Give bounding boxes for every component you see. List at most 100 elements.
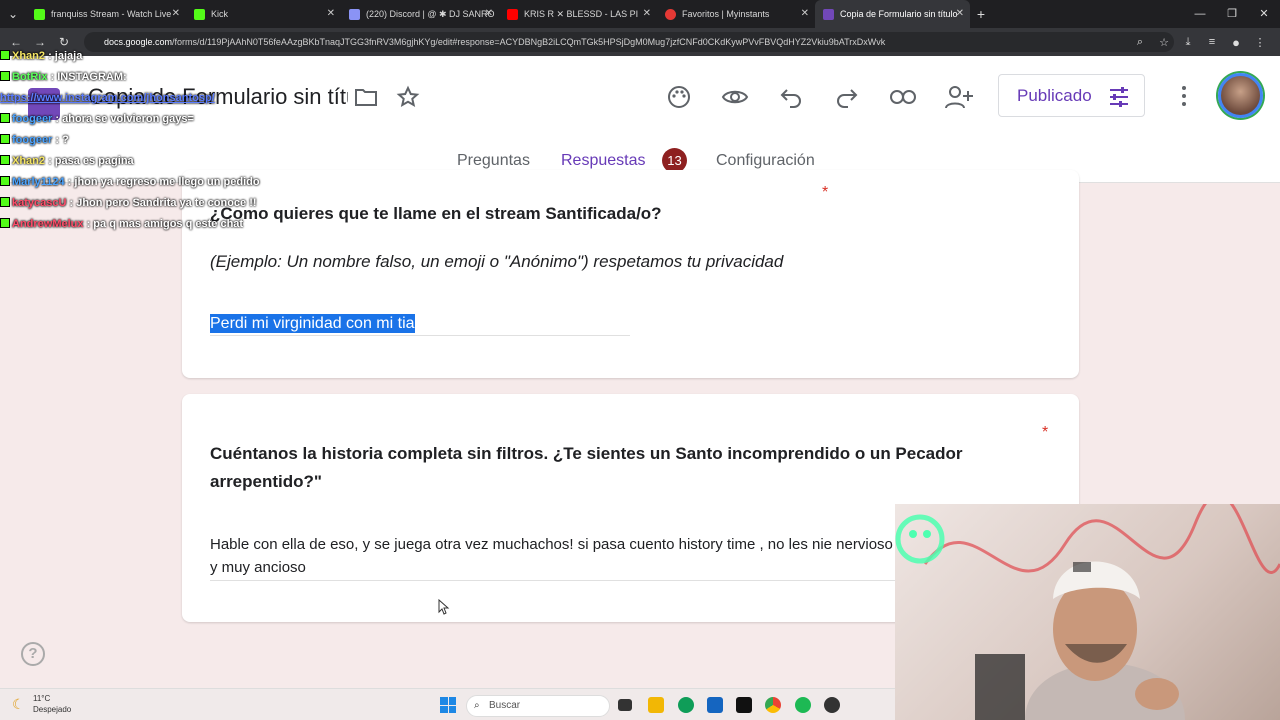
selected-answer-text: Perdi mi virginidad con mi tia	[210, 314, 415, 333]
answer-text[interactable]: Hable con ella de eso, y se juega otra v…	[210, 533, 900, 579]
chat-link[interactable]: https://www.instagram.com/jhonsantosp/	[0, 92, 215, 104]
task-view-icon[interactable]	[618, 699, 632, 711]
tab-label: franquiss Stream - Watch Live	[51, 9, 172, 19]
myinstants-icon	[665, 8, 676, 20]
minimize-icon[interactable]: —	[1184, 0, 1216, 28]
file-explorer-icon[interactable]	[648, 697, 664, 713]
start-button-icon[interactable]	[440, 697, 456, 713]
webcam-overlay	[895, 504, 1280, 720]
kick-icon	[34, 8, 45, 20]
help-icon[interactable]: ?	[21, 642, 45, 666]
answer-text[interactable]: Perdi mi virginidad con mi tia	[210, 312, 415, 335]
kick-badge-icon	[0, 176, 10, 186]
question-card-name: * ¿Como quieres que te llame en el strea…	[182, 170, 1079, 378]
search-placeholder: Buscar	[489, 700, 521, 711]
kick-badge-icon	[0, 134, 10, 144]
chat-message: foogeer : ?	[0, 130, 290, 151]
publish-button[interactable]: Publicado	[998, 74, 1145, 117]
toolbar-icons: ⌕ ☆ ⤓ ≡ ● ⋮	[1128, 28, 1272, 56]
youtube-icon	[507, 8, 518, 20]
add-collaborator-icon[interactable]	[944, 82, 974, 112]
chat-message: Xhan2 : pasa es pagina	[0, 151, 290, 172]
publish-label: Publicado	[1017, 85, 1092, 105]
menu-icon[interactable]: ⋮	[1248, 36, 1272, 49]
close-tab-icon[interactable]: ✕	[327, 8, 335, 19]
tab-questions[interactable]: Preguntas	[457, 152, 530, 170]
maximize-icon[interactable]: ❐	[1216, 0, 1248, 28]
chat-user: Xhan2	[12, 155, 46, 167]
tab-settings[interactable]: Configuración	[716, 152, 815, 170]
account-avatar[interactable]	[1218, 73, 1263, 118]
tab-youtube[interactable]: KRIS R ✕ BLESSD - LAS PI ✕	[499, 0, 657, 28]
tab-label: (220) Discord | @ ✱ DJ SANRO	[366, 8, 495, 19]
required-asterisk: *	[1042, 424, 1049, 441]
tab-label: Kick	[211, 9, 229, 19]
app-y-icon[interactable]	[736, 697, 752, 713]
kick-badge-icon	[0, 71, 10, 81]
chat-user: katycascU	[12, 197, 67, 209]
tab-search-icon[interactable]: ⌄	[0, 7, 26, 21]
mouse-cursor-icon	[438, 599, 450, 615]
preview-eye-icon[interactable]	[720, 82, 750, 112]
redo-icon[interactable]	[832, 82, 862, 112]
obs-icon[interactable]	[824, 697, 840, 713]
close-window-icon[interactable]: ✕	[1248, 0, 1280, 28]
chat-message: https://www.instagram.com/jhonsantosp/	[0, 88, 290, 109]
new-tab-icon[interactable]: +	[970, 6, 992, 22]
close-tab-icon[interactable]: ✕	[801, 8, 809, 19]
tab-myinstants[interactable]: Favoritos | Myinstants ✕	[657, 0, 815, 28]
tab-label: Favoritos | Myinstants	[682, 9, 770, 19]
undo-icon[interactable]	[776, 82, 806, 112]
bookmark-star-icon[interactable]: ☆	[1152, 36, 1176, 49]
chat-text: : pa q mas amigos q este chat	[86, 218, 244, 230]
chat-message: Marly1124 : jhon ya regreso me llego un …	[0, 172, 290, 193]
zoom-icon[interactable]: ⌕	[1128, 36, 1152, 49]
media-icon[interactable]: ≡	[1200, 36, 1224, 48]
chat-text: : Jhon pero Sandrita ya te conoce !!	[69, 197, 257, 209]
answer-underline	[210, 335, 630, 336]
chat-user: Xhan2	[12, 50, 46, 62]
chat-user: BotRix	[12, 71, 48, 83]
chat-text: : jajaja	[48, 50, 83, 62]
chat-text: : ?	[55, 134, 69, 146]
tab-franquiss[interactable]: franquiss Stream - Watch Live ✕	[26, 0, 186, 28]
question-title: Cuéntanos la historia completa sin filtr…	[210, 444, 963, 491]
kick-badge-icon	[0, 113, 10, 123]
kick-badge-icon	[0, 197, 10, 207]
taskbar-search-input[interactable]: ⌕ Buscar	[466, 695, 610, 717]
link-icon[interactable]	[888, 82, 918, 112]
close-tab-icon[interactable]: ✕	[485, 8, 493, 19]
chat-message: AndrewMelux : pa q mas amigos q este cha…	[0, 214, 290, 235]
more-options-icon[interactable]	[1176, 82, 1192, 112]
kick-badge-icon	[0, 155, 10, 165]
chat-user: AndrewMelux	[12, 218, 84, 230]
chat-user: foogeer	[12, 134, 53, 146]
tune-icon	[1110, 87, 1128, 107]
kick-badge-icon	[0, 50, 10, 60]
store-icon[interactable]	[707, 697, 723, 713]
tab-label: Copia de Formulario sin título	[840, 9, 958, 19]
discord-icon	[349, 8, 360, 20]
tab-responses[interactable]: Respuestas	[561, 152, 646, 170]
profile-icon[interactable]: ●	[1224, 35, 1248, 50]
tab-google-forms[interactable]: Copia de Formulario sin título ✕	[815, 0, 970, 28]
browser-tab-strip: ⌄ franquiss Stream - Watch Live ✕ Kick ✕…	[0, 0, 1280, 28]
tab-kick[interactable]: Kick ✕	[186, 0, 341, 28]
screen: ⌄ franquiss Stream - Watch Live ✕ Kick ✕…	[0, 0, 1280, 720]
close-tab-icon[interactable]: ✕	[643, 8, 651, 19]
folder-icon[interactable]	[351, 82, 381, 112]
palette-icon[interactable]	[664, 82, 694, 112]
spotify-icon[interactable]	[795, 697, 811, 713]
close-tab-icon[interactable]: ✕	[956, 8, 964, 19]
answer-underline	[210, 580, 900, 581]
star-icon[interactable]	[393, 82, 423, 112]
tab-discord[interactable]: (220) Discord | @ ✱ DJ SANRO ✕	[341, 0, 499, 28]
download-icon[interactable]: ⤓	[1176, 36, 1200, 49]
weather-desc: Despejado	[33, 705, 72, 714]
close-tab-icon[interactable]: ✕	[172, 8, 180, 19]
edge-icon[interactable]	[678, 697, 694, 713]
chrome-icon[interactable]	[765, 697, 781, 713]
chat-user: Marly1124	[12, 176, 65, 188]
kick-badge-icon	[0, 218, 10, 228]
search-icon: ⌕	[474, 700, 480, 711]
